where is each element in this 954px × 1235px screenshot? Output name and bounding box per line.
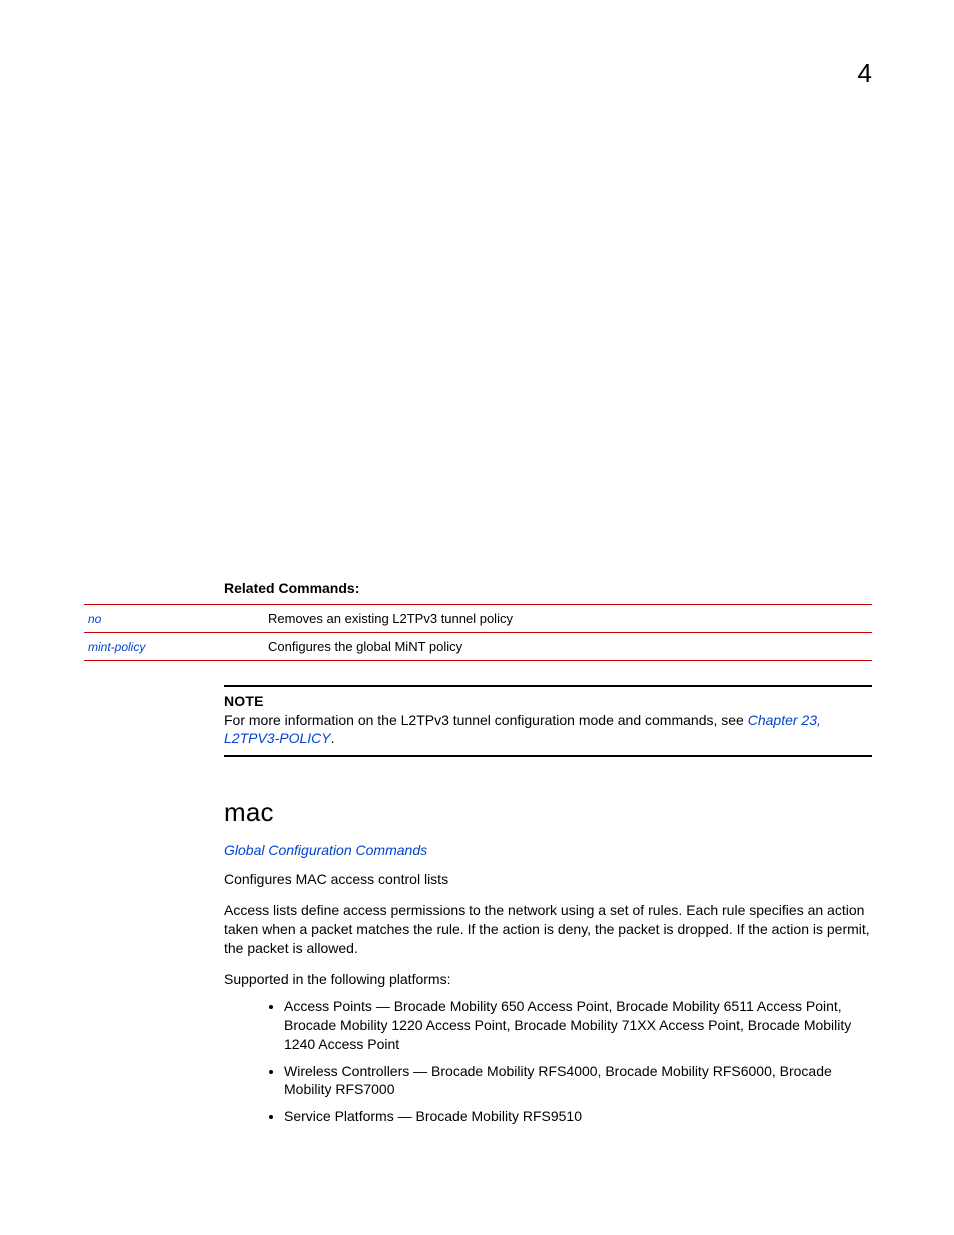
note-text-after: .: [331, 730, 335, 746]
platforms-list: Access Points — Brocade Mobility 650 Acc…: [244, 997, 872, 1126]
body-paragraph: Access lists define access permissions t…: [224, 901, 872, 958]
body-paragraph: Supported in the following platforms:: [224, 970, 872, 989]
list-item: Access Points — Brocade Mobility 650 Acc…: [284, 997, 872, 1054]
page-content: Related Commands: no Removes an existing…: [84, 580, 872, 1140]
command-link-mint-policy[interactable]: mint-policy: [84, 633, 264, 661]
section-heading-mac: mac: [224, 797, 872, 828]
note-block: NOTE For more information on the L2TPv3 …: [224, 685, 872, 757]
table-row: mint-policy Configures the global MiNT p…: [84, 633, 872, 661]
note-label: NOTE: [224, 693, 872, 709]
related-commands-heading: Related Commands:: [224, 580, 872, 596]
command-desc: Configures the global MiNT policy: [264, 633, 872, 661]
page-number: 4: [858, 58, 872, 89]
related-commands-table: no Removes an existing L2TPv3 tunnel pol…: [84, 604, 872, 661]
note-text: For more information on the L2TPv3 tunne…: [224, 711, 872, 747]
list-item: Wireless Controllers — Brocade Mobility …: [284, 1062, 872, 1100]
list-item: Service Platforms — Brocade Mobility RFS…: [284, 1107, 872, 1126]
body-paragraph: Configures MAC access control lists: [224, 870, 872, 889]
table-row: no Removes an existing L2TPv3 tunnel pol…: [84, 605, 872, 633]
note-text-before: For more information on the L2TPv3 tunne…: [224, 712, 748, 728]
crossref-link[interactable]: Global Configuration Commands: [224, 842, 872, 858]
command-link-no[interactable]: no: [84, 605, 264, 633]
command-desc: Removes an existing L2TPv3 tunnel policy: [264, 605, 872, 633]
